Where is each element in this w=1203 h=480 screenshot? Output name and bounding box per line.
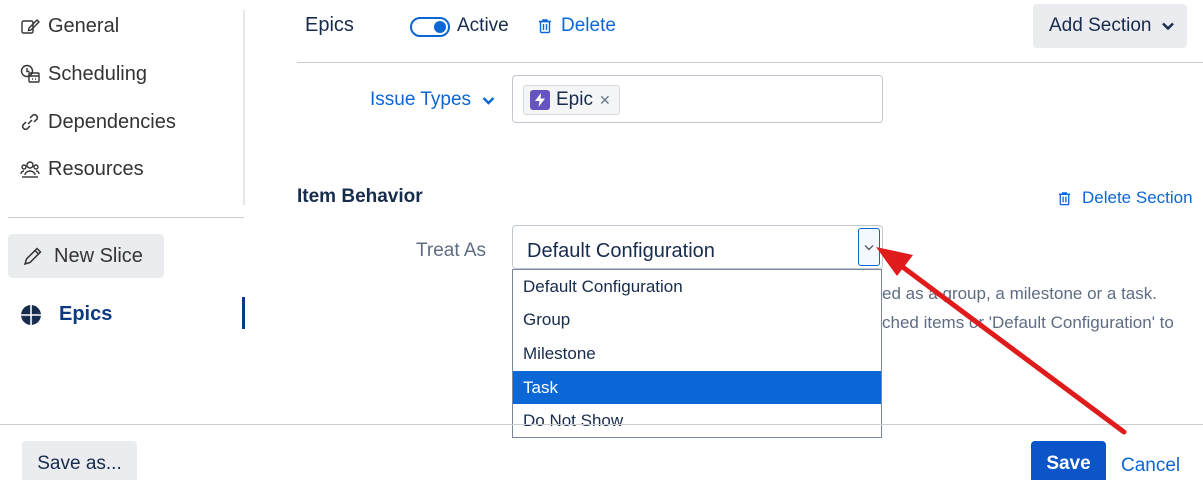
issue-type-chip: Epic ✕ <box>523 85 620 115</box>
header-divider <box>297 62 1203 63</box>
chevron-down-icon <box>482 96 495 105</box>
remove-chip-icon[interactable]: ✕ <box>599 92 611 109</box>
trash-icon <box>1058 191 1071 205</box>
chevron-down-icon <box>1162 22 1175 31</box>
epic-bolt-icon <box>530 90 550 110</box>
treat-as-select[interactable]: Default Configuration <box>512 225 883 269</box>
issue-types-dropdown[interactable]: Issue Types <box>370 89 495 111</box>
people-icon <box>20 159 48 179</box>
delete-label: Delete <box>561 15 616 36</box>
delete-section-label: Delete Section <box>1082 188 1193 207</box>
sidebar-item-label: Dependencies <box>48 110 176 133</box>
select-toggle-button[interactable] <box>858 228 880 266</box>
sidebar-item-label: Scheduling <box>48 62 147 85</box>
option-task[interactable]: Task <box>513 370 881 405</box>
calendar-clock-icon <box>20 64 48 84</box>
delete-section-button[interactable]: Delete Section <box>1057 188 1193 208</box>
save-button[interactable]: Save <box>1031 441 1106 480</box>
active-toggle[interactable] <box>410 17 450 37</box>
add-section-label: Add Section <box>1049 15 1152 36</box>
sidebar-separator <box>8 217 244 218</box>
sidebar: General Scheduling Dependencies Resource… <box>0 0 245 330</box>
issue-type-chip-label: Epic <box>556 89 593 110</box>
chevron-down-icon <box>864 244 874 250</box>
help-text-line: ched items or 'Default Configuration' to <box>882 313 1174 332</box>
add-section-button[interactable]: Add Section <box>1033 4 1187 48</box>
pie-chart-icon <box>21 304 41 325</box>
footer-divider <box>0 424 1203 425</box>
active-indicator <box>242 297 245 329</box>
sidebar-item-label: Epics <box>59 303 113 325</box>
sidebar-item-dependencies[interactable]: Dependencies <box>20 107 176 137</box>
option-do-not-show[interactable]: Do Not Show <box>513 404 881 438</box>
item-behavior-heading: Item Behavior <box>297 186 423 207</box>
treat-as-options-list: Default Configuration Group Milestone Ta… <box>512 269 882 438</box>
trash-icon <box>539 19 551 34</box>
sidebar-item-scheduling[interactable]: Scheduling <box>20 59 147 89</box>
sidebar-item-epics[interactable]: Epics <box>20 303 112 326</box>
settings-edit-icon <box>20 16 48 36</box>
link-icon <box>20 112 48 132</box>
save-as-button[interactable]: Save as... <box>22 441 137 480</box>
cancel-button[interactable]: Cancel <box>1121 455 1180 477</box>
issue-types-label: Issue Types <box>370 89 472 110</box>
active-toggle-label: Active <box>457 15 509 36</box>
help-text-line: ed as a group, a milestone or a task. <box>882 284 1157 303</box>
sidebar-item-resources[interactable]: Resources <box>20 154 144 184</box>
option-group[interactable]: Group <box>513 304 881 338</box>
option-default-configuration[interactable]: Default Configuration <box>513 270 881 304</box>
new-slice-label: New Slice <box>54 244 143 267</box>
pencil-icon <box>23 247 42 266</box>
sidebar-item-label: General <box>48 14 120 37</box>
issue-types-field[interactable]: Epic ✕ <box>512 75 883 123</box>
sidebar-divider <box>243 10 245 205</box>
option-milestone[interactable]: Milestone <box>513 337 881 371</box>
new-slice-button[interactable]: New Slice <box>8 234 164 278</box>
sidebar-item-label: Resources <box>48 157 144 180</box>
treat-as-label: Treat As <box>416 240 487 261</box>
treat-as-selected-value: Default Configuration <box>527 240 715 262</box>
sidebar-item-general[interactable]: General <box>20 11 119 41</box>
delete-button[interactable]: Delete <box>537 15 616 37</box>
section-title: Epics <box>305 14 354 36</box>
